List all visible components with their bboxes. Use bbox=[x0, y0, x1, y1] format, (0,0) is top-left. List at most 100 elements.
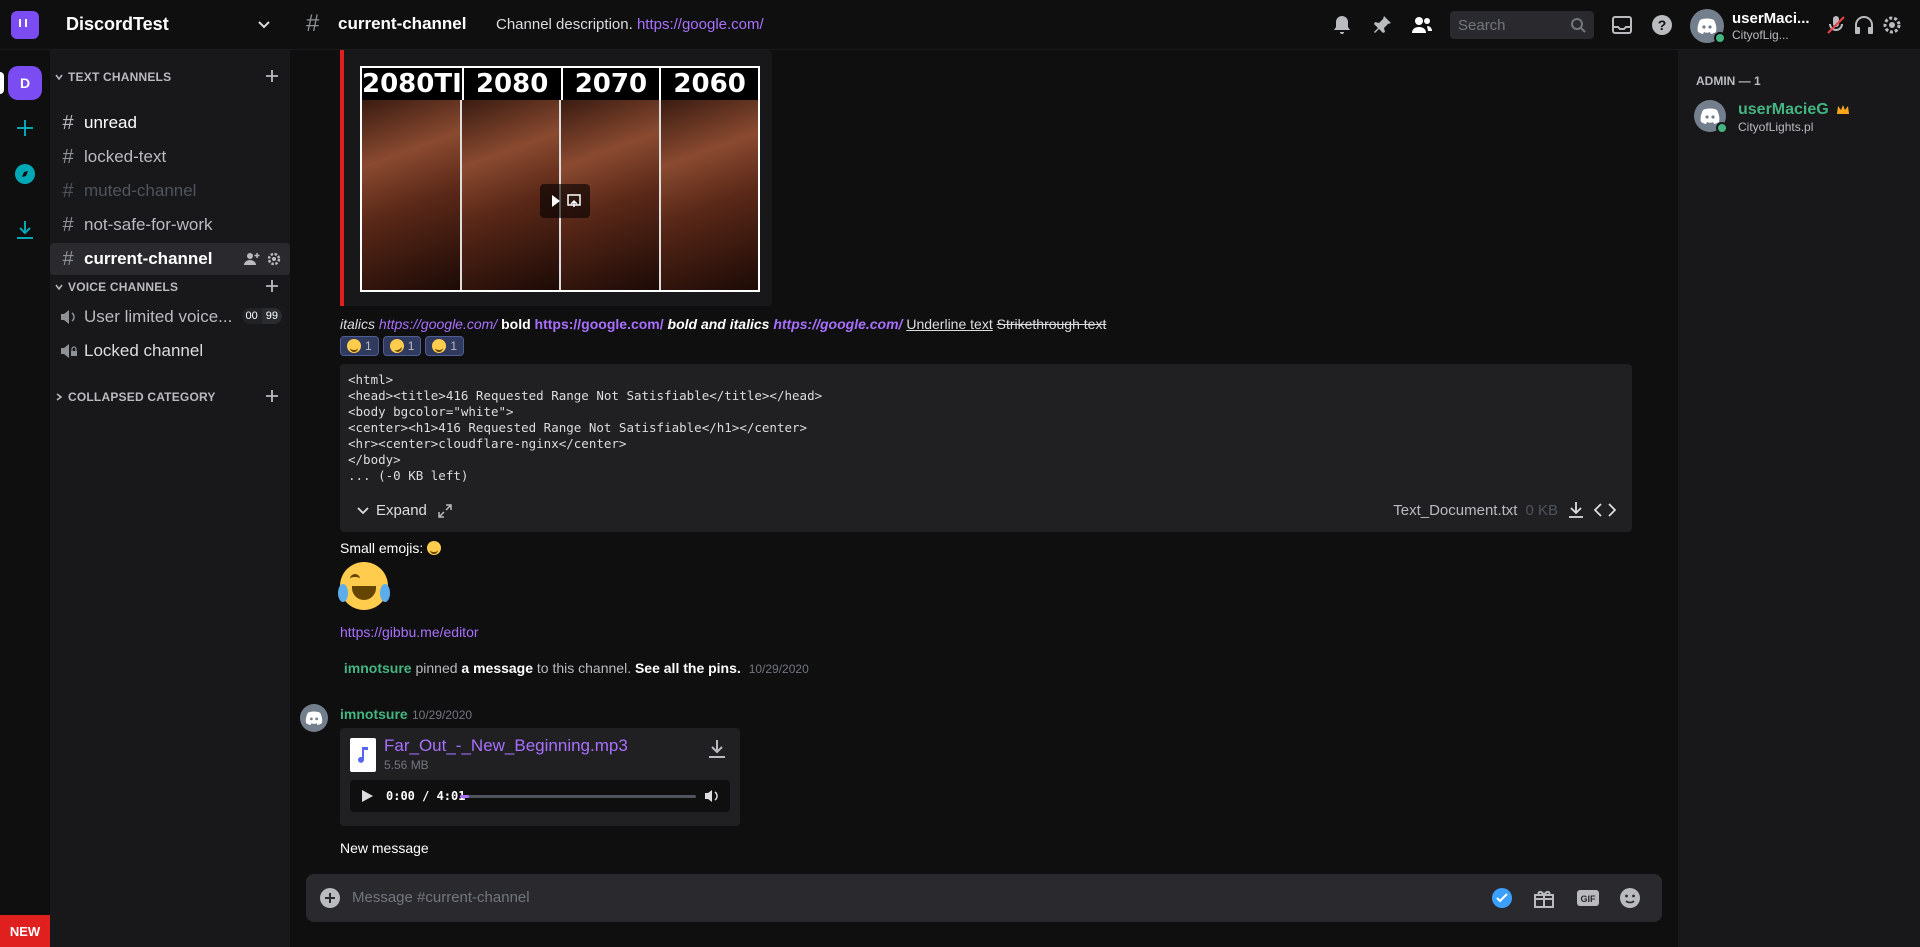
mute-mic-icon[interactable] bbox=[1824, 13, 1848, 37]
message-area: 2080TI 2080 2070 2060 italics https://go… bbox=[290, 50, 1678, 947]
create-channel-plus-icon[interactable] bbox=[264, 68, 280, 84]
sidebar-item-locked-channel[interactable]: Locked channel bbox=[50, 335, 290, 367]
italic-text: italics bbox=[340, 316, 376, 332]
guild-rail: D NEW bbox=[0, 50, 50, 947]
explore-compass-icon[interactable] bbox=[13, 162, 37, 186]
pin-author[interactable]: imnotsure bbox=[344, 660, 412, 676]
channel-label: not-safe-for-work bbox=[84, 215, 213, 234]
avatar[interactable] bbox=[300, 704, 328, 732]
pin-system-message: imnotsure pinned a message to this chann… bbox=[340, 660, 809, 676]
chevron-down-icon bbox=[55, 74, 63, 81]
chevron-right-icon bbox=[56, 393, 63, 401]
upload-plus-icon[interactable] bbox=[318, 886, 342, 910]
online-status-icon bbox=[1716, 122, 1728, 134]
message-author[interactable]: imnotsure bbox=[340, 706, 408, 722]
emoji-picker-icon[interactable] bbox=[1618, 886, 1642, 910]
message-composer[interactable]: Message #current-channel GIF bbox=[306, 874, 1662, 922]
view-code-icon[interactable] bbox=[1594, 500, 1616, 520]
pinned-message-link[interactable]: a message bbox=[461, 660, 533, 676]
locked-hash-icon: # bbox=[62, 145, 74, 168]
gif-icon[interactable]: GIF bbox=[1576, 886, 1600, 910]
message-link[interactable]: https://google.com/ bbox=[379, 316, 497, 332]
download-icon[interactable] bbox=[1566, 500, 1586, 520]
reaction-count: 1 bbox=[450, 339, 458, 353]
member-item[interactable]: userMacieG CityofLights.pl bbox=[1686, 96, 1912, 140]
add-server-icon[interactable] bbox=[13, 116, 37, 140]
message-link[interactable]: https://google.com/ bbox=[535, 316, 664, 332]
see-pins-link[interactable]: See all the pins. bbox=[635, 660, 741, 676]
reaction-innocent[interactable]: 1 bbox=[425, 336, 465, 356]
sidebar-item-current-channel[interactable]: # current-channel bbox=[50, 243, 290, 275]
download-apps-icon[interactable] bbox=[13, 218, 37, 242]
user-panel[interactable]: userMaci... CityofLig... bbox=[1690, 6, 1820, 46]
bell-icon[interactable] bbox=[1330, 13, 1354, 37]
inbox-icon[interactable] bbox=[1610, 13, 1634, 37]
sidebar-item-locked-text[interactable]: # locked-text bbox=[50, 141, 290, 173]
volume-icon[interactable] bbox=[704, 788, 720, 804]
new-badge[interactable]: NEW bbox=[0, 915, 50, 947]
svg-text:GIF: GIF bbox=[1581, 894, 1597, 904]
search-icon bbox=[1571, 18, 1586, 33]
category-voice-channels[interactable]: VOICE CHANNELS bbox=[54, 280, 178, 294]
online-status-icon bbox=[1714, 32, 1726, 44]
pin-icon[interactable] bbox=[1370, 13, 1394, 37]
channel-hash-icon: # bbox=[306, 10, 320, 37]
gift-icon[interactable] bbox=[1532, 886, 1556, 910]
chevron-down-icon bbox=[55, 284, 63, 291]
message-new: New message bbox=[340, 840, 429, 856]
tear bbox=[338, 584, 348, 602]
discord-avatar-icon bbox=[1700, 108, 1720, 124]
reaction-grinning[interactable]: 1 bbox=[340, 336, 379, 356]
headphones-icon[interactable] bbox=[1852, 13, 1876, 37]
guild-icon-discordtest[interactable]: D bbox=[8, 66, 42, 100]
gear-icon[interactable] bbox=[266, 251, 282, 267]
discord-avatar-icon bbox=[305, 711, 323, 725]
sidebar-item-muted-channel[interactable]: # muted-channel bbox=[50, 175, 290, 207]
chevron-down-icon[interactable] bbox=[256, 16, 272, 32]
channel-label: Locked channel bbox=[84, 341, 204, 360]
create-channel-plus-icon[interactable] bbox=[264, 388, 280, 404]
audio-time: 0:00 / 4:01 bbox=[386, 789, 466, 803]
message-link[interactable]: https://google.com/ bbox=[773, 316, 902, 332]
video-player[interactable]: 2080TI 2080 2070 2060 bbox=[360, 66, 760, 292]
audio-file-name[interactable]: Far_Out_-_New_Beginning.mp3 bbox=[384, 736, 628, 756]
sidebar-item-not-safe-for-work[interactable]: # not-safe-for-work bbox=[50, 209, 290, 241]
sidebar-item-unread[interactable]: # unread bbox=[50, 107, 290, 139]
reaction-count: 1 bbox=[365, 339, 372, 353]
server-name[interactable]: DiscordTest bbox=[66, 14, 169, 35]
video-controls[interactable] bbox=[540, 184, 590, 218]
play-icon[interactable] bbox=[360, 789, 374, 803]
settings-gear-icon[interactable] bbox=[1880, 13, 1904, 37]
hash-icon: # bbox=[62, 179, 74, 202]
category-label: TEXT CHANNELS bbox=[68, 70, 172, 84]
verified-check-icon[interactable] bbox=[1490, 886, 1514, 910]
category-collapsed[interactable]: COLLAPSED CATEGORY bbox=[54, 390, 216, 404]
message-link[interactable]: https://gibbu.me/editor bbox=[340, 624, 479, 640]
bold-italic-text: bold and italics bbox=[667, 316, 770, 332]
download-icon[interactable] bbox=[706, 738, 728, 760]
channel-label: unread bbox=[84, 113, 137, 132]
message-text: Small emojis: bbox=[340, 540, 424, 556]
play-icon[interactable] bbox=[540, 184, 590, 218]
svg-text:?: ? bbox=[1658, 17, 1667, 33]
help-icon[interactable]: ? bbox=[1650, 13, 1674, 37]
fullscreen-icon[interactable] bbox=[437, 503, 453, 519]
nsfw-hash-icon: # bbox=[62, 213, 74, 236]
twitch-logo-icon[interactable] bbox=[0, 0, 50, 50]
audio-seek-bar[interactable] bbox=[460, 795, 696, 798]
create-channel-plus-icon[interactable] bbox=[264, 278, 280, 294]
role-header: ADMIN — 1 bbox=[1696, 74, 1761, 88]
channel-topic: Channel description. https://google.com/ bbox=[496, 16, 764, 33]
strikethrough-text: Strikethrough text bbox=[996, 316, 1107, 332]
sidebar-item-user-limited-voice[interactable]: User limited voice... 00 99 bbox=[50, 301, 290, 333]
reaction-rofl[interactable]: 1 bbox=[382, 336, 422, 356]
topic-link[interactable]: https://google.com/ bbox=[637, 16, 764, 33]
search-input[interactable]: Search bbox=[1450, 11, 1594, 39]
category-label: COLLAPSED CATEGORY bbox=[68, 390, 216, 404]
members-icon[interactable] bbox=[1410, 13, 1434, 37]
invite-icon[interactable] bbox=[244, 251, 260, 267]
discord-app: DiscordTest # current-channel Channel de… bbox=[0, 0, 1920, 947]
timestamp: 10/29/2020 bbox=[412, 708, 473, 722]
category-text-channels[interactable]: TEXT CHANNELS bbox=[54, 70, 171, 84]
expand-button[interactable]: Expand bbox=[356, 502, 453, 519]
